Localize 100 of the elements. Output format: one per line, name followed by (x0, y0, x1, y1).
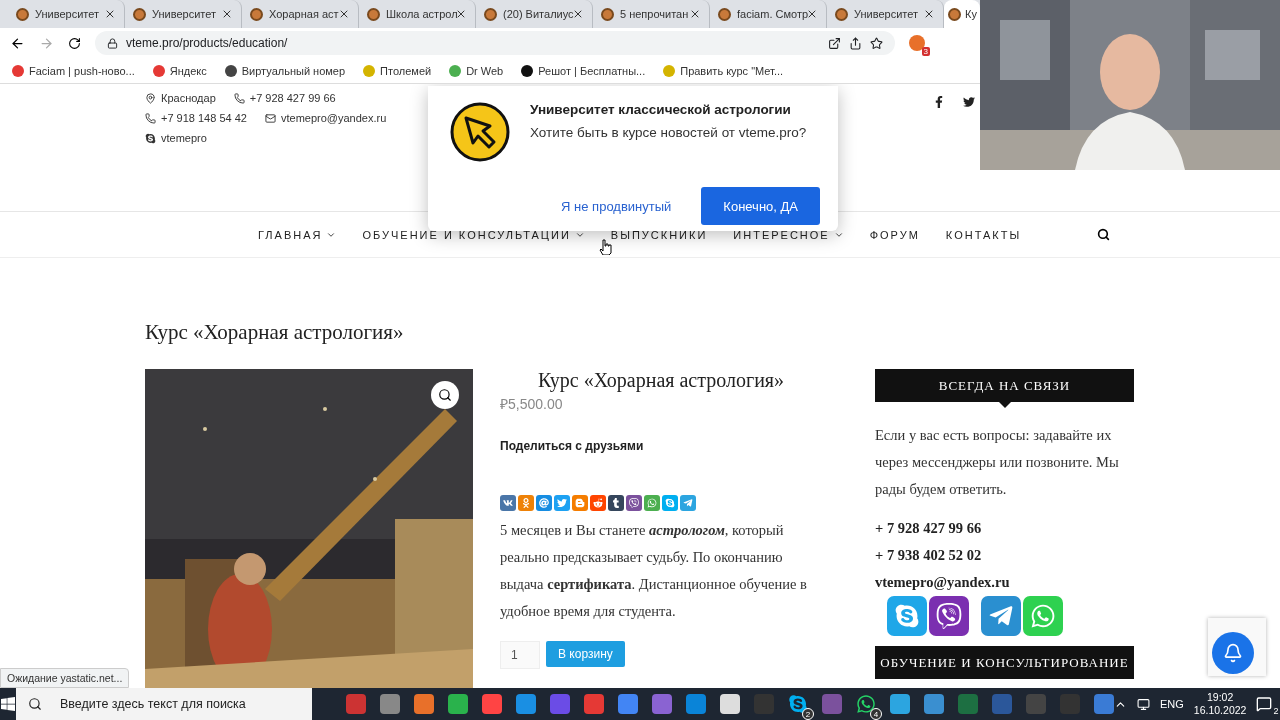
bookmark[interactable]: Править курс "Мет... (663, 64, 784, 77)
decline-button[interactable]: Я не продвинутый (555, 197, 678, 215)
reload-icon[interactable] (68, 36, 81, 50)
browser-tab[interactable]: (20) Виталиус (476, 0, 593, 28)
taskbar-app-icon[interactable] (618, 694, 638, 714)
bookmark[interactable]: Виртуальный номер (224, 64, 346, 77)
nav-link[interactable]: ГЛАВНАЯ (258, 228, 337, 241)
nav-link[interactable]: ФОРУМ (869, 228, 920, 241)
bookmark[interactable]: Решот | Бесплатны... (521, 64, 646, 77)
search-icon (438, 388, 452, 402)
favicon-icon (718, 7, 731, 21)
close-icon[interactable] (338, 8, 350, 20)
odnoklassniki-icon[interactable] (518, 495, 534, 511)
taskbar-app-icon[interactable] (720, 694, 740, 714)
bookmark[interactable]: Faciam | push-ново... (12, 64, 135, 77)
twitter-icon[interactable] (963, 96, 975, 108)
bookmark-favicon-icon (12, 64, 24, 77)
product-title: Курс «Хорарная астрология» (536, 369, 786, 392)
contact-text: +7 928 427 99 66 (249, 92, 336, 104)
browser-tab[interactable]: 5 непрочитан (593, 0, 710, 28)
close-icon[interactable] (689, 8, 701, 20)
price: ₽5,500.00 (500, 395, 564, 413)
app-badge: 4 (870, 708, 882, 720)
nav-link[interactable]: ОБУЧЕНИЕ И КОНСУЛЬТАЦИИ (362, 228, 585, 241)
contact-line: + 7 928 427 99 66 (875, 519, 983, 538)
viber-icon[interactable] (929, 596, 969, 636)
whatsapp-icon[interactable] (856, 694, 876, 714)
tumblr-icon[interactable] (608, 495, 624, 511)
lock-icon (107, 37, 118, 49)
taskbar-app-icon[interactable] (924, 694, 944, 714)
bookmark[interactable]: Яндекс (152, 64, 207, 77)
popup-title: Университет классической астрологии (530, 102, 792, 117)
skype-icon (145, 132, 156, 144)
forward-icon[interactable] (39, 35, 54, 51)
browser-tab[interactable]: Хорарная аст (242, 0, 359, 28)
open-in-app-icon[interactable] (828, 36, 841, 50)
taskbar-app-icon[interactable] (890, 694, 910, 714)
skype-icon[interactable] (788, 694, 808, 714)
facebook-icon[interactable] (933, 96, 945, 108)
bookmark[interactable]: Птолемей (363, 64, 432, 77)
close-icon[interactable] (572, 8, 584, 20)
telegram-icon[interactable] (981, 596, 1021, 636)
browser-tab[interactable]: faciam. Смотр (710, 0, 827, 28)
bookmark-star-icon[interactable] (870, 36, 883, 50)
taskbar-app-icon[interactable] (652, 694, 672, 714)
phone-icon (233, 92, 245, 104)
taskbar-app-icon[interactable] (414, 694, 434, 714)
browser-tab[interactable]: Ку (944, 0, 980, 28)
nav-link[interactable]: ВЫПУСКНИКИ (610, 228, 708, 241)
clock[interactable]: 19:02 16.10.2022 (1193, 691, 1247, 717)
mail-at-icon[interactable] (536, 495, 552, 511)
nav-link[interactable]: КОНТАКТЫ (945, 228, 1022, 241)
taskbar-app-icon[interactable] (822, 694, 842, 714)
vk-icon[interactable] (500, 495, 516, 511)
telegram-icon[interactable] (680, 495, 696, 511)
contact-text: Краснодар (161, 92, 216, 104)
share-icon[interactable] (849, 36, 862, 50)
close-icon[interactable] (806, 8, 818, 20)
blogger-icon[interactable] (572, 495, 588, 511)
contact-text: vtemepro (161, 132, 207, 144)
accept-button[interactable]: Конечно, ДА (701, 187, 820, 226)
bookmark[interactable]: Dr Web (449, 64, 504, 77)
browser-tab[interactable]: Университет (125, 0, 242, 28)
taskbar-app-icon[interactable] (482, 694, 502, 714)
favicon-icon (250, 7, 263, 21)
hand-cursor-icon (599, 239, 612, 255)
nav-link[interactable]: ИНТЕРЕСНОЕ (733, 228, 844, 241)
display-icon[interactable] (1137, 697, 1150, 711)
close-icon[interactable] (104, 8, 116, 20)
action-center-icon[interactable] (1256, 696, 1273, 712)
close-icon[interactable] (923, 8, 935, 20)
browser-tab[interactable]: Школа астрол (359, 0, 476, 28)
extension-icon[interactable] (909, 35, 925, 51)
quantity-field[interactable]: 1 (500, 641, 540, 669)
close-icon[interactable] (455, 8, 467, 20)
taskbar-app-icon[interactable] (550, 694, 570, 714)
taskbar-app-icon[interactable] (516, 694, 536, 714)
viber-icon[interactable] (626, 495, 642, 511)
search-icon[interactable] (1097, 228, 1110, 241)
taskbar-app-icon[interactable] (448, 694, 468, 714)
language-indicator[interactable]: ENG (1160, 698, 1184, 710)
product-description: 5 месяцев и Вы станете астрологом, который реально предсказывает судьбу. По окончанию выдача сертификата. Дистанционное обучение в удобное время для студента. (500, 521, 808, 621)
contact-text: vtemepro@yandex.ru (280, 112, 387, 124)
bookmark-favicon-icon (363, 64, 376, 77)
taskbar-app-icon[interactable] (380, 694, 400, 714)
address-bar[interactable]: vteme.pro/products/education/ (95, 31, 895, 55)
taskbar-app-icon[interactable] (686, 694, 706, 714)
bookmark-favicon-icon (152, 64, 165, 77)
taskbar-search-field[interactable]: Введите здесь текст для поиска (16, 688, 312, 720)
pointer-arrow-icon (998, 402, 1011, 408)
bookmark-favicon-icon (521, 64, 534, 77)
back-icon[interactable] (10, 35, 25, 51)
taskbar-app-icon[interactable] (958, 694, 978, 714)
taskbar-app-icon[interactable] (346, 694, 366, 714)
app-badge: 2 (802, 708, 814, 720)
cursor-logo-icon (450, 102, 510, 162)
taskbar-app-icon[interactable] (584, 694, 604, 714)
favicon-icon (601, 7, 614, 21)
close-icon[interactable] (221, 8, 233, 20)
browser-tab[interactable]: Университет (8, 0, 125, 28)
